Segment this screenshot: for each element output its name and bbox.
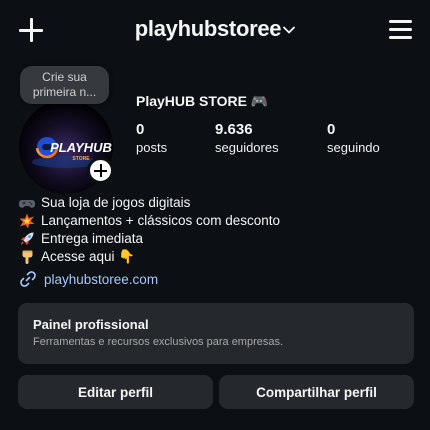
add-story-button[interactable] (87, 157, 114, 184)
stat-following[interactable]: 0 seguindo (327, 121, 380, 157)
stat-posts-value: 0 (136, 121, 145, 138)
bio-text: Sua loja de jogos digitais (41, 195, 191, 210)
display-name: PlayHUB STORE 🎮 (136, 93, 269, 109)
stat-posts-label: posts (136, 140, 168, 155)
story-note-bubble[interactable]: Crie sua primeira n... (20, 66, 109, 104)
bio-line: Entrega imediata (19, 230, 280, 248)
professional-dashboard-title: Painel profissional (33, 317, 149, 332)
bio-line: Sua loja de jogos digitais (19, 194, 280, 212)
stat-followers-value: 9.636 (215, 121, 253, 138)
professional-dashboard-subtitle: Ferramentas e recursos exclusivos para e… (33, 336, 284, 348)
bio-line: Acesse aqui 👇 (19, 248, 280, 266)
game-controller-emoji-icon (19, 200, 35, 208)
pointing-down-emoji-icon (22, 250, 33, 264)
bio-text: Entrega imediata (41, 231, 144, 246)
rocket-emoji-icon (21, 232, 34, 245)
hamburger-menu-icon[interactable] (389, 20, 412, 39)
bio-text: Lançamentos + clássicos com desconto (41, 213, 280, 228)
avatar-logo-text: PLAYHUB (50, 140, 112, 155)
stat-following-value: 0 (327, 121, 336, 138)
bio: Sua loja de jogos digitais Lançamentos +… (19, 194, 280, 266)
top-bar: playhubstoree (0, 0, 430, 60)
website-link[interactable]: playhubstoree.com (19, 270, 158, 288)
bio-line: Lançamentos + clássicos com desconto (19, 212, 280, 230)
share-profile-button[interactable]: Compartilhar perfil (219, 375, 414, 409)
stat-posts[interactable]: 0 posts (136, 121, 167, 157)
avatar-logo-subtext: STORE (72, 156, 90, 162)
edit-profile-button[interactable]: Editar perfil (18, 375, 213, 409)
link-icon (20, 271, 36, 287)
username-switcher: playhubstoree (0, 16, 430, 42)
professional-dashboard-card[interactable]: Painel profissional Ferramentas e recurs… (18, 303, 414, 364)
username[interactable]: playhubstoree (135, 16, 282, 42)
story-note-line2: primeira n... (32, 85, 97, 99)
chevron-down-icon[interactable] (283, 26, 296, 34)
collision-emoji-icon (19, 213, 35, 229)
website-link-text[interactable]: playhubstoree.com (44, 272, 158, 287)
story-note-line1: Crie sua (42, 70, 87, 84)
bio-text: Acesse aqui 👇 (41, 249, 136, 264)
stat-following-label: seguindo (327, 140, 380, 155)
stat-followers-label: seguidores (215, 140, 279, 155)
stat-followers[interactable]: 9.636 seguidores (215, 121, 279, 157)
